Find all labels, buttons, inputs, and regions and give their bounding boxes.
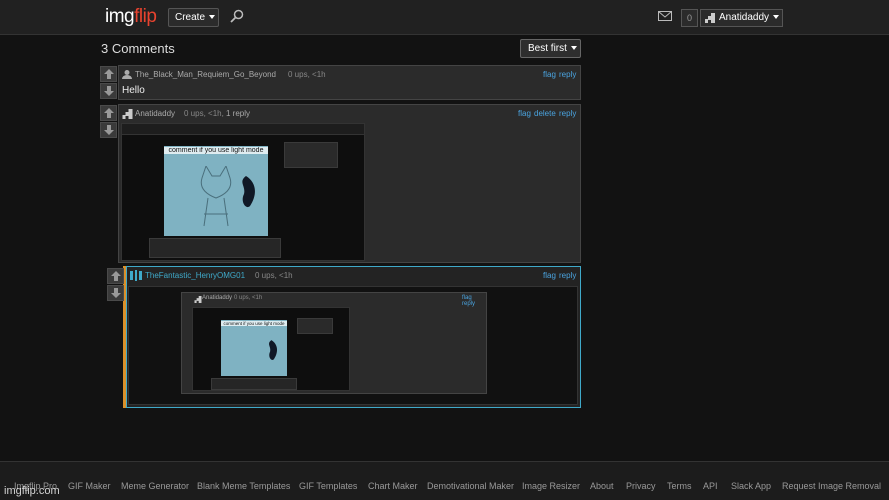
comments-count-title: 3 Comments (101, 41, 175, 56)
comment-username[interactable]: The_Black_Man_Requiem_Go_Beyond (135, 70, 276, 79)
reply-count-link[interactable]: 1 reply (226, 109, 250, 118)
footer-link-gif-templates[interactable]: GIF Templates (299, 481, 357, 491)
arrow-up-icon (103, 69, 114, 79)
search-icon[interactable] (230, 9, 244, 23)
notification-count-badge[interactable]: 0 (681, 9, 698, 27)
chevron-down-icon (773, 15, 780, 20)
footer-link-blank-meme-templates[interactable]: Blank Meme Templates (197, 481, 290, 491)
comment-image[interactable]: comment if you use light mode (121, 123, 365, 261)
nested-meta: 0 ups, <1h (234, 295, 263, 301)
comment-image[interactable]: Anatidaddy 0 ups, <1h flag reply comment… (128, 286, 578, 405)
comment-meta: 0 ups, <1h (255, 271, 293, 280)
user-avatar-icon (122, 109, 133, 119)
footer: Imgflip Pro GIF Maker Meme Generator Bla… (0, 461, 889, 500)
footer-link-image-resizer[interactable]: Image Resizer (522, 481, 580, 491)
nested-username: Anatidaddy (202, 295, 233, 301)
footer-link-privacy[interactable]: Privacy (626, 481, 656, 491)
chevron-down-icon (209, 15, 216, 20)
user-menu-button[interactable]: Anatidaddy (700, 9, 783, 27)
meme-caption: comment if you use light mode (164, 147, 268, 154)
sort-dropdown[interactable]: Best first (520, 39, 581, 58)
footer-link-demotivational-maker[interactable]: Demotivational Maker (427, 481, 514, 491)
arrow-down-icon (103, 125, 114, 135)
comment-box-highlighted: TheFantastic_HenryOMG01 0 ups, <1h flag … (126, 266, 581, 408)
footer-link-request-image-removal[interactable]: Request Image Removal (782, 481, 881, 491)
footer-link-terms[interactable]: Terms (667, 481, 692, 491)
comment-box: Anatidaddy 0 ups, <1h, 1 reply flag dele… (118, 104, 581, 263)
reply-link[interactable]: reply (559, 70, 576, 79)
downvote-button[interactable] (100, 122, 117, 138)
comment-username[interactable]: Anatidaddy (135, 109, 175, 118)
cat-drawing-icon (200, 166, 232, 227)
footer-link-api[interactable]: API (703, 481, 718, 491)
chevron-down-icon (570, 46, 577, 51)
mail-icon[interactable] (658, 11, 672, 21)
meme-image: comment if you use light mode (164, 146, 268, 236)
arrow-down-icon (103, 86, 114, 96)
comment-text: Hello (122, 85, 145, 96)
flag-link[interactable]: flag (543, 70, 556, 79)
user-avatar-icon (130, 270, 142, 281)
user-avatar-icon (705, 13, 715, 23)
upvote-button[interactable] (100, 105, 117, 121)
delete-link[interactable]: delete (534, 109, 556, 118)
reply-link[interactable]: reply (559, 271, 576, 280)
footer-link-slack-app[interactable]: Slack App (731, 481, 771, 491)
arrow-up-icon (110, 271, 121, 281)
footer-link-gif-maker[interactable]: GIF Maker (68, 481, 111, 491)
flag-link[interactable]: flag (518, 109, 531, 118)
nested-actions: flag reply (462, 295, 476, 307)
nested-comment-preview: Anatidaddy 0 ups, <1h flag reply comment… (181, 292, 487, 394)
arrow-up-icon (103, 108, 114, 118)
meme-caption: comment if you use light mode (221, 321, 287, 326)
black-scribble-icon (269, 340, 278, 360)
create-button[interactable]: Create (168, 8, 219, 27)
flag-link[interactable]: flag (543, 271, 556, 280)
upvote-button[interactable] (100, 66, 117, 82)
default-avatar-icon (122, 70, 132, 79)
downvote-button[interactable] (100, 83, 117, 99)
comment-meta: 0 ups, <1h, (184, 109, 224, 118)
comment-meta: 0 ups, <1h (288, 70, 326, 79)
downvote-button[interactable] (107, 285, 124, 301)
comment-username[interactable]: TheFantastic_HenryOMG01 (145, 271, 245, 280)
footer-link-about[interactable]: About (590, 481, 614, 491)
reply-link[interactable]: reply (559, 109, 576, 118)
footer-link-meme-generator[interactable]: Meme Generator (121, 481, 189, 491)
imgflip-watermark: imgflip.com (4, 485, 60, 497)
upvote-button[interactable] (107, 268, 124, 284)
imgflip-logo[interactable]: imgflip (105, 6, 157, 28)
footer-link-chart-maker[interactable]: Chart Maker (368, 481, 418, 491)
meme-image: comment if you use light mode (221, 320, 287, 376)
arrow-down-icon (110, 288, 121, 298)
comment-box: The_Black_Man_Requiem_Go_Beyond 0 ups, <… (118, 65, 581, 100)
black-scribble-icon (242, 176, 255, 208)
